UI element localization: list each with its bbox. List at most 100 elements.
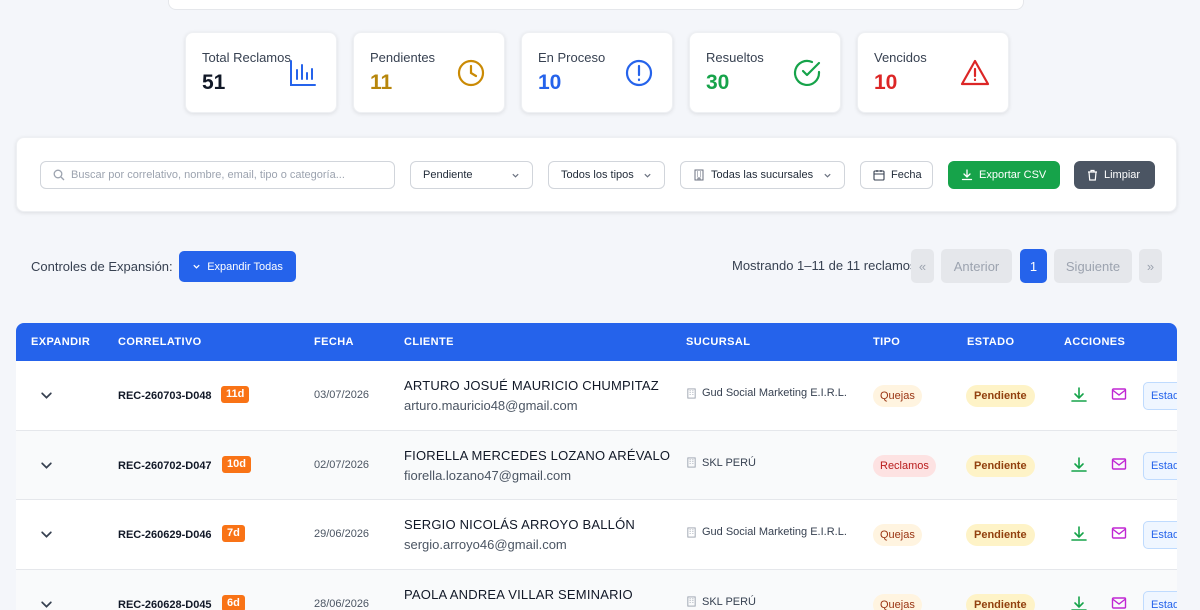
first-page-button[interactable]: « (911, 249, 934, 283)
client-name: ARTURO JOSUÉ MAURICIO CHUMPITAZ (404, 378, 659, 393)
sucursal-select-value: Todas las sucursales (711, 169, 814, 181)
building-icon (687, 526, 696, 538)
client-email: arturo.mauricio48@gmail.com (404, 398, 578, 413)
stat-card-resueltos: Resueltos 30 (689, 32, 841, 113)
row-fecha: 28/06/2026 (314, 597, 370, 610)
filter-panel: Buscar por correlativo, nombre, email, t… (16, 137, 1177, 212)
expand-row-chevron-icon[interactable] (40, 459, 53, 472)
alert-circle-icon (625, 59, 653, 87)
download-icon (961, 169, 973, 181)
change-estado-button[interactable]: Estado (1143, 382, 1177, 410)
mail-icon[interactable] (1111, 456, 1127, 472)
estado-badge: Pendiente (966, 454, 1035, 477)
sucursal-name: SKL PERÚ (702, 595, 757, 608)
table-row: REC-260702-D047 10d 02/07/2026 FIORELLA … (16, 430, 1177, 500)
tipo-badge: Reclamos (873, 454, 936, 477)
header-cliente: CLIENTE (404, 336, 454, 348)
expand-row-chevron-icon[interactable] (40, 528, 53, 541)
estado-badge: Pendiente (966, 524, 1035, 546)
days-badge: 11d (221, 386, 250, 403)
mail-icon[interactable] (1111, 386, 1127, 402)
change-estado-button[interactable]: Estado (1143, 451, 1177, 480)
stat-label: Resueltos (706, 50, 764, 65)
sucursal-name: SKL PERÚ (702, 456, 757, 469)
days-badge: 7d (222, 525, 245, 542)
sucursal-select[interactable]: Todas las sucursales (680, 161, 845, 189)
header-acciones: ACCIONES (1064, 336, 1126, 348)
search-placeholder: Buscar por correlativo, nombre, email, t… (71, 169, 345, 181)
client-name: SERGIO NICOLÁS ARROYO BALLÓN (404, 517, 635, 532)
bar-chart-icon (290, 60, 316, 86)
change-estado-button[interactable]: Estado (1143, 521, 1177, 549)
estado-badge: Pendiente (966, 593, 1035, 610)
client-name: FIORELLA MERCEDES LOZANO ARÉVALO (404, 447, 671, 463)
table-row: REC-260629-D046 7d 29/06/2026 SERGIO NIC… (16, 500, 1177, 570)
chevron-down-icon (824, 173, 831, 178)
mail-icon[interactable] (1111, 595, 1127, 610)
building-icon (687, 457, 696, 468)
tipo-select[interactable]: Todos los tipos (548, 161, 665, 189)
warning-triangle-icon (960, 59, 990, 86)
search-icon (53, 169, 65, 181)
last-page-button[interactable]: » (1139, 249, 1162, 283)
row-fecha: 29/06/2026 (314, 528, 370, 540)
export-csv-button[interactable]: Exportar CSV (948, 161, 1060, 189)
header-estado: ESTADO (967, 336, 1015, 348)
client-name: PAOLA ANDREA VILLAR SEMINARIO (404, 586, 633, 602)
expansion-controls-label: Controles de Expansión: (31, 259, 173, 274)
chevron-down-icon (512, 173, 519, 178)
download-icon[interactable] (1070, 456, 1088, 474)
client-email: fiorella.lozano47@gmail.com (404, 467, 572, 483)
tipo-badge: Quejas (873, 385, 922, 407)
expand-all-label: Expandir Todas (207, 260, 283, 273)
stat-value: 10 (874, 71, 898, 94)
header-correlativo: CORRELATIVO (118, 336, 202, 348)
expand-row-chevron-icon[interactable] (40, 598, 53, 610)
row-fecha: 03/07/2026 (314, 389, 370, 401)
chevron-down-icon (193, 264, 200, 269)
expand-all-button[interactable]: Expandir Todas (179, 251, 296, 282)
days-badge: 6d (222, 594, 245, 610)
header-tipo: TIPO (873, 336, 901, 348)
expand-row-chevron-icon[interactable] (40, 389, 53, 402)
next-page-button[interactable]: Siguiente (1054, 249, 1132, 283)
download-icon[interactable] (1070, 386, 1088, 404)
table-row: REC-260628-D045 6d 28/06/2026 PAOLA ANDR… (16, 569, 1177, 610)
export-csv-label: Exportar CSV (979, 169, 1047, 181)
previous-page-button[interactable]: Anterior (941, 249, 1012, 283)
stat-value: 51 (202, 71, 226, 94)
table-row: REC-260703-D048 11d 03/07/2026 ARTURO JO… (16, 361, 1177, 431)
stat-card-vencidos: Vencidos 10 (857, 32, 1009, 113)
stat-label: En Proceso (538, 50, 606, 65)
row-correlativo: REC-260628-D045 (118, 598, 212, 610)
download-icon[interactable] (1070, 525, 1088, 543)
estado-select[interactable]: Pendiente (410, 161, 533, 189)
estado-badge: Pendiente (966, 385, 1035, 407)
clear-filters-label: Limpiar (1104, 169, 1141, 181)
search-input[interactable]: Buscar por correlativo, nombre, email, t… (40, 161, 395, 189)
days-badge: 10d (222, 455, 251, 473)
header-sucursal: SUCURSAL (686, 336, 751, 348)
header-fecha: FECHA (314, 336, 354, 348)
trash-icon (1088, 169, 1097, 181)
row-correlativo: REC-260629-D046 (118, 529, 212, 541)
building-icon (687, 387, 696, 399)
clear-filters-button[interactable]: Limpiar (1074, 161, 1155, 189)
chevron-down-icon (644, 173, 651, 178)
row-correlativo: REC-260703-D048 (118, 390, 212, 402)
tipo-badge: Quejas (873, 593, 922, 610)
stat-value: 10 (538, 71, 562, 94)
page-1-button[interactable]: 1 (1020, 249, 1047, 283)
fecha-button[interactable]: Fecha (860, 161, 933, 189)
change-estado-button[interactable]: Estado (1143, 590, 1177, 610)
building-icon (687, 596, 696, 607)
mail-icon[interactable] (1111, 525, 1127, 541)
row-sucursal: Gud Social Marketing E.I.R.L. (686, 387, 847, 399)
stat-label: Pendientes (370, 50, 436, 65)
pagination-summary: Mostrando 1–11 de 11 reclamos (732, 258, 917, 273)
header-expandir: EXPANDIR (31, 336, 91, 348)
stat-value: 11 (370, 71, 393, 94)
download-icon[interactable] (1070, 595, 1088, 610)
row-fecha: 02/07/2026 (314, 458, 370, 471)
top-panel-edge (168, 0, 1024, 10)
